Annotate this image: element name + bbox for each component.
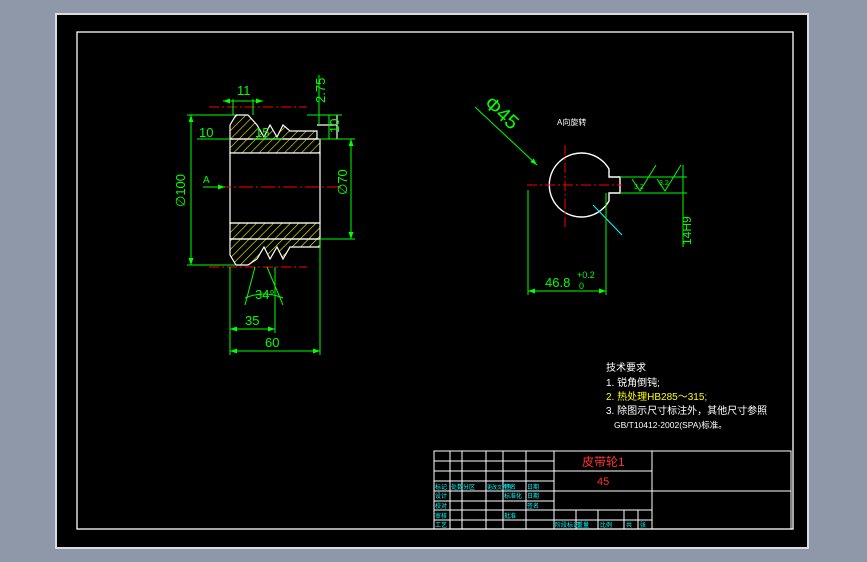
dim-60: 60 (265, 335, 279, 350)
dim-2-75: 2.75 (313, 78, 328, 103)
bottom-label-1: 重量 (577, 521, 589, 529)
misc-label-3: 签名 (527, 502, 539, 510)
dim-tol-lower: 0 (579, 281, 584, 291)
col-label-0: 处数 (451, 483, 463, 491)
dim-tol-upper: +0.2 (577, 270, 595, 280)
dim-angle-34: 34° (255, 287, 275, 302)
dim-dia-70: ∅70 (335, 169, 350, 195)
row-label-4: 工艺 (435, 521, 447, 529)
bottom-label-4: 张 (640, 521, 646, 529)
notes-title: 技术要求 (606, 361, 646, 374)
dim-35: 35 (245, 313, 259, 328)
bottom-label-2: 比例 (600, 521, 612, 529)
bottom-label-0: 阶段标记 (555, 521, 579, 529)
bottom-label-3: 共 (626, 521, 632, 529)
notes-line-3: 3. 除图示尺寸标注外，其他尺寸参照 (606, 404, 767, 417)
dim-10-right: 10 (327, 119, 342, 133)
misc-label-0: 标准化 (504, 492, 522, 500)
dim-14h9: 14H9 (680, 216, 694, 245)
row-label-3: 审核 (435, 512, 447, 520)
cad-drawing: 11 2.75 10 15 10 ∅100 ∅70 34° 35 60 A Φ4… (76, 31, 794, 530)
bore-end-view (474, 106, 687, 295)
technical-notes: 技术要求 1. 锐角倒钝; 2. 热处理HB285～315; 3. 除图示尺寸标… (606, 361, 767, 430)
row-label-2: 校对 (435, 502, 447, 510)
misc-label-1: 批准 (504, 512, 516, 520)
view-a-rotated-label: A向旋转 (557, 117, 586, 127)
col-label-3: 签名 (504, 483, 516, 491)
dim-15: 15 (255, 125, 269, 140)
view-a-label: A (203, 175, 210, 186)
title-block-text: 皮带轮1 45 标记 设计 校对 审核 工艺 处数 分区 更改文件号 签名 日期… (435, 455, 646, 529)
misc-label-2: 日期 (527, 492, 539, 500)
notes-line-2: 2. 热处理HB285～315; (606, 390, 707, 403)
end-view-labels: Φ45 A向旋转 46.8 +0.2 0 14H9 3.2 3.2 (480, 92, 694, 291)
roughness-2: 3.2 (659, 180, 669, 187)
row-label-0: 标记 (435, 483, 447, 491)
dim-11: 11 (237, 83, 251, 98)
drawing-frame: 11 2.75 10 15 10 ∅100 ∅70 34° 35 60 A Φ4… (55, 13, 809, 549)
material: 45 (597, 476, 609, 488)
part-name: 皮带轮1 (582, 455, 625, 469)
dim-dia-45: Φ45 (480, 92, 523, 134)
dim-46-8: 46.8 (545, 275, 570, 290)
col-label-4: 日期 (527, 483, 539, 491)
col-label-1: 分区 (463, 483, 475, 491)
dim-10-left: 10 (199, 125, 213, 140)
row-label-1: 设计 (435, 492, 447, 500)
dim-dia-100: ∅100 (173, 174, 188, 207)
roughness-1: 3.2 (634, 184, 644, 191)
inner-border (76, 31, 794, 530)
notes-line-4: GB/T10412-2002(SPA)标准。 (614, 420, 727, 430)
notes-line-1: 1. 锐角倒钝; (606, 376, 660, 389)
